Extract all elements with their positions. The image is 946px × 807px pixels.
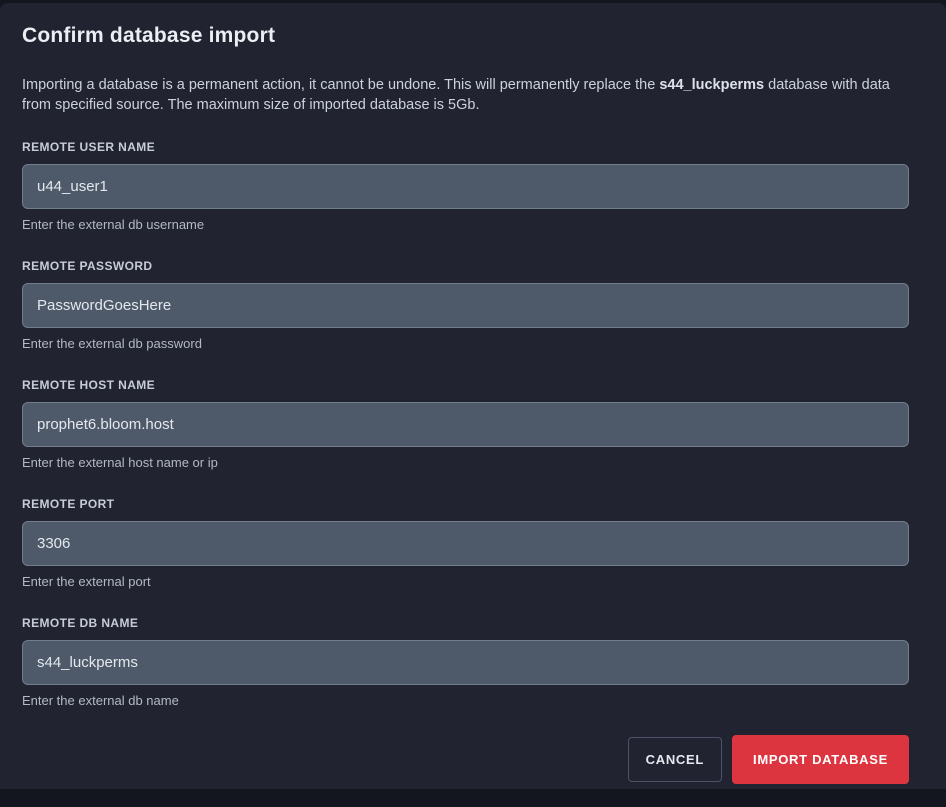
confirm-database-import-modal: Confirm database import Importing a data…: [0, 3, 946, 789]
remote-host-name-input[interactable]: [22, 402, 909, 447]
description-part1: Importing a database is a permanent acti…: [22, 77, 659, 93]
remote-db-name-input[interactable]: [22, 640, 909, 685]
field-remote-password: REMOTE PASSWORD Enter the external db pa…: [22, 259, 909, 351]
remote-user-name-label: REMOTE USER NAME: [22, 140, 909, 154]
remote-host-name-helper: Enter the external host name or ip: [22, 455, 909, 470]
cancel-button[interactable]: CANCEL: [628, 737, 722, 782]
remote-db-name-helper: Enter the external db name: [22, 693, 909, 708]
remote-user-name-helper: Enter the external db username: [22, 217, 909, 232]
field-remote-port: REMOTE PORT Enter the external port: [22, 497, 909, 589]
field-remote-db-name: REMOTE DB NAME Enter the external db nam…: [22, 616, 909, 708]
modal-description: Importing a database is a permanent acti…: [22, 75, 909, 115]
remote-db-name-label: REMOTE DB NAME: [22, 616, 909, 630]
remote-password-helper: Enter the external db password: [22, 336, 909, 351]
database-name-emphasis: s44_luckperms: [659, 77, 764, 93]
remote-password-label: REMOTE PASSWORD: [22, 259, 909, 273]
import-database-button[interactable]: IMPORT DATABASE: [732, 735, 909, 784]
remote-password-input[interactable]: [22, 283, 909, 328]
modal-actions: CANCEL IMPORT DATABASE: [22, 735, 909, 807]
modal-title: Confirm database import: [22, 24, 909, 48]
remote-host-name-label: REMOTE HOST NAME: [22, 378, 909, 392]
remote-port-label: REMOTE PORT: [22, 497, 909, 511]
remote-port-input[interactable]: [22, 521, 909, 566]
remote-port-helper: Enter the external port: [22, 574, 909, 589]
remote-user-name-input[interactable]: [22, 164, 909, 209]
field-remote-host-name: REMOTE HOST NAME Enter the external host…: [22, 378, 909, 470]
field-remote-user-name: REMOTE USER NAME Enter the external db u…: [22, 140, 909, 232]
